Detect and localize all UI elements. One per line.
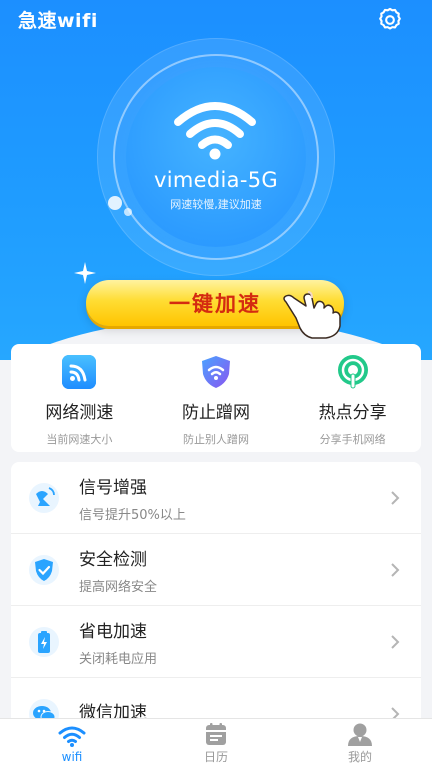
pointing-hand-icon — [283, 291, 341, 339]
tab-calendar[interactable]: 日历 — [166, 722, 266, 765]
signal-antenna-icon — [29, 482, 59, 513]
wifi-ssid: vimedia-5G — [154, 168, 278, 192]
profile-icon — [348, 723, 372, 746]
list-item-title: 安全检测 — [79, 549, 147, 570]
hotspot-icon — [337, 355, 368, 389]
feature-anti-leech[interactable]: 防止蹭网 防止别人蹭网 — [151, 354, 281, 447]
chevron-right-icon — [391, 562, 400, 577]
boost-button-label: 一键加速 — [169, 292, 261, 316]
tab-profile[interactable]: 我的 — [310, 722, 410, 765]
tab-label: 我的 — [347, 750, 372, 764]
tab-label: wifi — [61, 749, 83, 764]
feature-title: 热点分享 — [318, 403, 387, 423]
chevron-right-icon — [391, 490, 400, 505]
bottom-tab-bar: wifi 日历 我的 — [0, 718, 432, 768]
decor-dot — [108, 196, 122, 210]
feature-subtitle: 防止别人蹭网 — [182, 433, 249, 446]
shield-wifi-icon — [201, 356, 230, 388]
feature-title: 网络测速 — [45, 403, 114, 423]
list-item-subtitle: 信号提升50%以上 — [79, 507, 186, 523]
wifi-status-text: 网速较慢,建议加速 — [170, 198, 262, 211]
feature-card: 网络测速 当前网速大小 防止蹭网 防止别人蹭网 热点分享 分享手机网络 — [11, 344, 421, 452]
settings-button[interactable] — [374, 4, 406, 36]
list-item-subtitle: 关闭耗电应用 — [79, 651, 158, 667]
list-icon-bg — [25, 623, 63, 661]
gear-icon — [379, 7, 401, 30]
feature-subtitle: 当前网速大小 — [46, 433, 113, 446]
security-shield-icon — [29, 554, 59, 585]
battery-icon — [29, 626, 59, 657]
feature-title: 防止蹭网 — [181, 403, 250, 423]
list-item-power-saving[interactable]: 省电加速 关闭耗电应用 — [11, 606, 421, 678]
calendar-icon — [206, 723, 226, 745]
list-icon-bg — [25, 479, 63, 517]
list-item-signal-boost[interactable]: 信号增强 信号提升50%以上 — [11, 462, 421, 534]
tab-wifi[interactable]: wifi — [22, 724, 122, 764]
speedtest-wifi-icon — [62, 355, 97, 389]
list-item-title: 信号增强 — [79, 477, 147, 498]
feature-hotspot[interactable]: 热点分享 分享手机网络 — [288, 354, 418, 447]
list-item-title: 省电加速 — [79, 621, 147, 642]
tool-list: 信号增强 信号提升50%以上 安全检测 提高网络安全 省电加速 关闭耗电应用 微… — [11, 462, 421, 732]
tab-label: 日历 — [203, 750, 228, 764]
wifi-tab-icon — [58, 726, 86, 747]
app-title: 急速wifi — [18, 10, 98, 32]
list-item-security-check[interactable]: 安全检测 提高网络安全 — [11, 534, 421, 606]
list-icon-bg — [25, 551, 63, 589]
feature-subtitle: 分享手机网络 — [319, 433, 386, 446]
sparkle-icon — [74, 262, 96, 284]
chevron-right-icon — [391, 634, 400, 649]
feature-speedtest[interactable]: 网络测速 当前网速大小 — [14, 354, 144, 447]
wifi-signal-icon — [174, 102, 256, 160]
list-item-subtitle: 提高网络安全 — [79, 579, 158, 595]
